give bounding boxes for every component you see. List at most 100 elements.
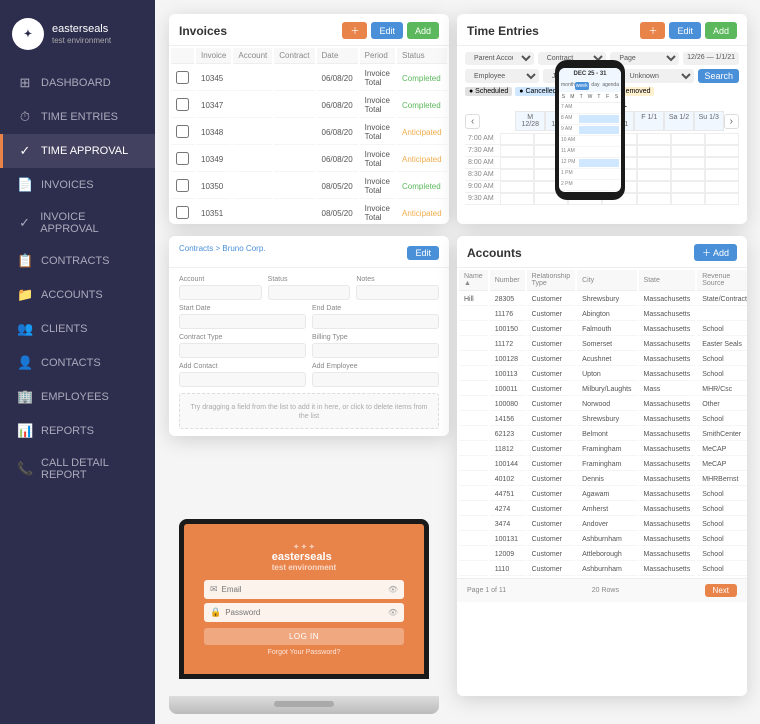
tab-month[interactable]: month (561, 82, 575, 90)
cell-sun-7[interactable] (705, 133, 739, 145)
forgot-password-link[interactable]: Forgot Your Password? (268, 649, 341, 656)
account-row: 14156 Customer Shrewsbury Massachusetts … (459, 413, 747, 426)
cell-sat-8[interactable] (671, 157, 705, 169)
cell-sat-9[interactable] (671, 181, 705, 193)
acc-city: Falmouth (577, 323, 636, 336)
cell-sun-730[interactable] (705, 145, 739, 157)
acc-number: 40102 (490, 473, 525, 486)
accounts-add-button[interactable]: ＋ Add (694, 244, 737, 261)
invoices-edit-button[interactable]: Edit (371, 22, 403, 39)
accounts-icon: 📁 (17, 287, 33, 303)
cell-sun-8[interactable] (705, 157, 739, 169)
sidebar-item-dashboard[interactable]: ⊞ DASHBOARD (0, 66, 155, 100)
account-row: 12009 Customer Attleborough Massachusett… (459, 548, 747, 561)
tab-day[interactable]: day (589, 82, 603, 90)
start-date-input[interactable] (179, 314, 306, 329)
time-add2-button[interactable]: Add (705, 22, 737, 39)
cell-sa-930[interactable] (671, 193, 705, 205)
next-week-button[interactable]: › (724, 114, 739, 129)
acc-name: Hill (459, 293, 488, 306)
notes-input[interactable] (356, 285, 439, 300)
account-input[interactable] (179, 285, 262, 300)
cell-fri-8[interactable] (637, 157, 671, 169)
tab-agenda[interactable]: agenda (602, 82, 619, 90)
row-checkbox[interactable] (176, 71, 189, 84)
row-checkbox[interactable] (176, 152, 189, 165)
row-checkbox[interactable] (176, 179, 189, 192)
day-sun: Su 1/3 (694, 111, 724, 131)
acc-revenue: SmithCenter (697, 428, 747, 441)
cell-su-930[interactable] (705, 193, 739, 205)
login-button[interactable]: LOG IN (204, 628, 404, 645)
prev-week-button[interactable]: ‹ (465, 114, 480, 129)
sidebar-item-call-detail[interactable]: 📞 CALL DETAIL REPORT (0, 448, 155, 490)
contract-type-input[interactable] (179, 343, 306, 358)
col-number[interactable]: Number (490, 270, 525, 291)
status-input[interactable] (268, 285, 351, 300)
cell-mon-730[interactable] (500, 145, 534, 157)
sidebar-item-clients[interactable]: 👥 CLIENTS (0, 312, 155, 346)
employee-filter[interactable]: Employee (465, 69, 539, 83)
parent-account-filter[interactable]: Parent Account (465, 52, 534, 65)
acc-number: 12009 (490, 548, 525, 561)
sidebar-item-time-entries[interactable]: ⏱ TIME ENTRIES (0, 100, 155, 134)
row-checkbox[interactable] (176, 206, 189, 219)
sidebar-item-contracts[interactable]: 📋 CONTRACTS (0, 244, 155, 278)
cell-sat-730[interactable] (671, 145, 705, 157)
billing-type-input[interactable] (312, 343, 439, 358)
time-add-button[interactable]: ＋ (640, 22, 665, 39)
invoices-title: Invoices (179, 24, 227, 38)
add-employee-input[interactable] (312, 372, 439, 387)
cell-fri-7[interactable] (637, 133, 671, 145)
phone-day-sa: S (612, 92, 621, 103)
invoice-contract (274, 147, 314, 172)
contracts-edit-button[interactable]: Edit (407, 246, 439, 260)
cell-mon-9[interactable] (500, 181, 534, 193)
end-date-input[interactable] (312, 314, 439, 329)
invoices-add-button[interactable]: ＋ (342, 22, 367, 39)
sidebar-item-invoice-approval[interactable]: ✓ INVOICE APPROVAL (0, 202, 155, 244)
cell-mon-830[interactable] (500, 169, 534, 181)
col-name[interactable]: Name ▲ (459, 270, 488, 291)
sidebar-item-invoices[interactable]: 📄 INVOICES (0, 168, 155, 202)
acc-name (459, 413, 488, 426)
sidebar-item-employees[interactable]: 🏢 EMPLOYEES (0, 380, 155, 414)
add-contact-input[interactable] (179, 372, 306, 387)
account-row: 11176 Customer Abington Massachusetts se… (459, 308, 747, 321)
cell-sun-830[interactable] (705, 169, 739, 181)
cell-m-930[interactable] (500, 193, 534, 205)
account-row: 11812 Customer Framingham Massachusetts … (459, 443, 747, 456)
time-edit-button[interactable]: Edit (669, 22, 701, 39)
accounts-next-button[interactable]: Next (705, 584, 737, 597)
cell-fri-830[interactable] (637, 169, 671, 181)
col-period: Period (360, 48, 395, 64)
cell-mon-8[interactable] (500, 157, 534, 169)
invoices-add2-button[interactable]: Add (407, 22, 439, 39)
invoices-header: Invoices ＋ Edit Add (169, 14, 449, 46)
sidebar-item-time-approval[interactable]: ✓ TIME APPROVAL (0, 134, 155, 168)
cell-sun-9[interactable] (705, 181, 739, 193)
invoices-table: Invoice Account Contract Date Period Sta… (169, 46, 449, 224)
tab-week[interactable]: week (575, 82, 589, 90)
acc-revenue: School (697, 533, 747, 546)
acc-name (459, 428, 488, 441)
row-checkbox[interactable] (176, 98, 189, 111)
invoice-period: Invoice Total (360, 147, 395, 172)
cell-sat-830[interactable] (671, 169, 705, 181)
sidebar-item-contacts[interactable]: 👤 CONTACTS (0, 346, 155, 380)
email-input[interactable] (222, 585, 384, 594)
cell-f-930[interactable] (637, 193, 671, 205)
sidebar-item-reports[interactable]: 📊 REPORTS (0, 414, 155, 448)
cell-mon-7[interactable] (500, 133, 534, 145)
unknown-filter[interactable]: Unknown (621, 69, 695, 83)
cell-fri-730[interactable] (637, 145, 671, 157)
cell-fri-9[interactable] (637, 181, 671, 193)
phone-time-12: 12 PM (561, 159, 577, 167)
row-checkbox[interactable] (176, 125, 189, 138)
password-input[interactable] (225, 608, 384, 617)
time-search-button[interactable]: Search (698, 69, 739, 83)
cell-sat-7[interactable] (671, 133, 705, 145)
sidebar-item-accounts[interactable]: 📁 ACCOUNTS (0, 278, 155, 312)
contract-type-field: Contract Type (179, 334, 306, 358)
accounts-card: Accounts ＋ Add Name ▲ Number Relationshi… (457, 236, 747, 696)
